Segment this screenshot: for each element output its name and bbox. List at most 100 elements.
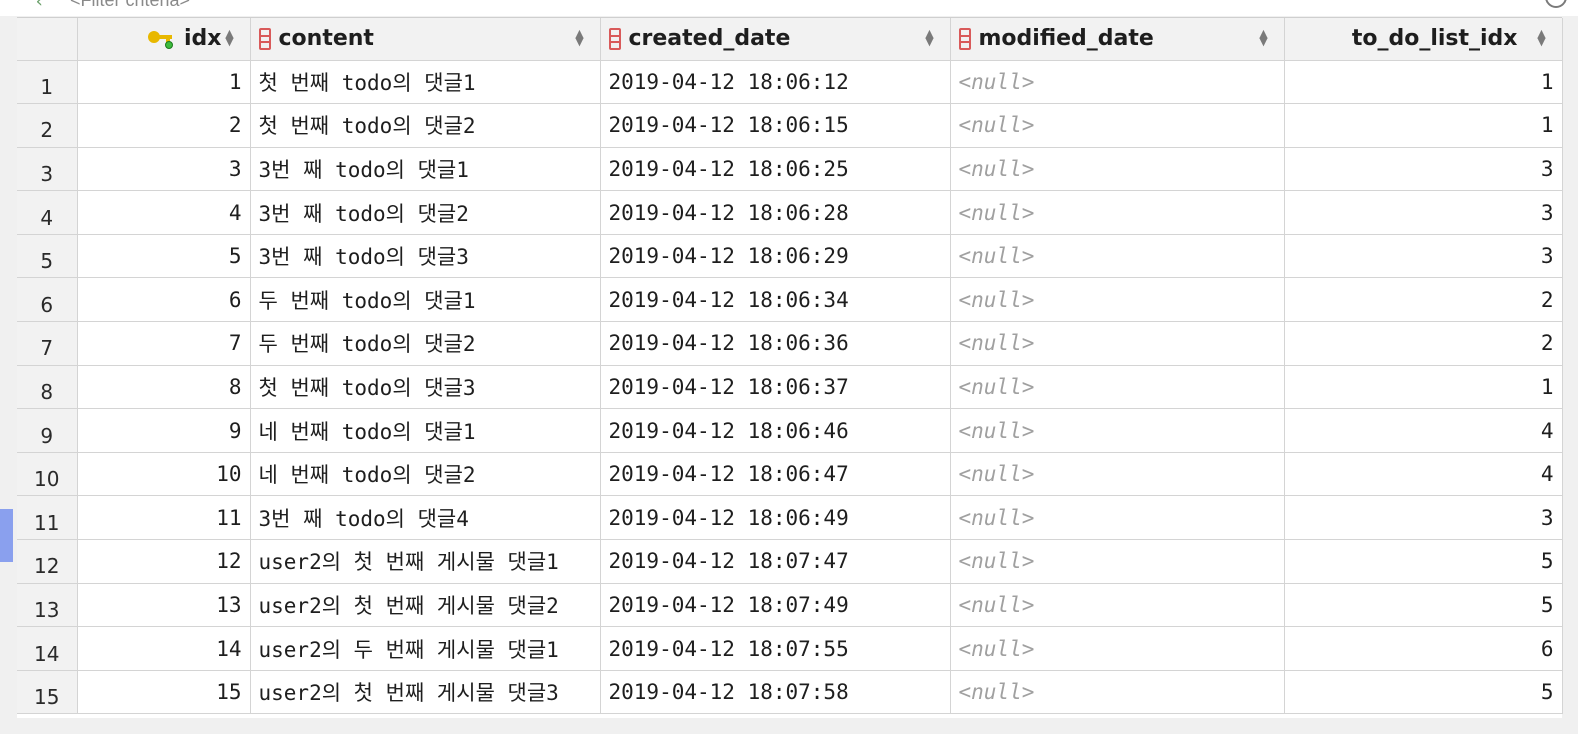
cell-idx[interactable]: 11: [77, 495, 251, 541]
cell-idx[interactable]: 8: [77, 365, 251, 410]
cell-idx[interactable]: 7: [77, 321, 251, 366]
cell-idx[interactable]: 10: [77, 452, 251, 497]
cell-modified-date[interactable]: <null>: [950, 452, 1285, 497]
cell-modified-date[interactable]: <null>: [950, 321, 1285, 366]
cell-to-do-list-idx[interactable]: 3: [1284, 495, 1563, 541]
table-row[interactable]: 3 3 3번 째 todo의 댓글1 2019-04-12 18:06:25 <null…: [17, 147, 1563, 192]
cell-modified-date[interactable]: <null>: [950, 60, 1285, 105]
sort-icon[interactable]: ▲ ▼: [1258, 28, 1270, 48]
row-number[interactable]: 15: [17, 670, 78, 715]
cell-modified-date[interactable]: <null>: [950, 190, 1285, 235]
row-number[interactable]: 7: [17, 321, 78, 366]
row-number-header[interactable]: [17, 18, 78, 61]
cell-created-date[interactable]: 2019-04-12 18:06:25: [600, 147, 951, 192]
cell-content[interactable]: user2의 첫 번째 게시물 댓글3: [250, 670, 601, 715]
cell-created-date[interactable]: 2019-04-12 18:07:47: [600, 539, 951, 584]
cell-idx[interactable]: 6: [77, 277, 251, 323]
cell-modified-date[interactable]: <null>: [950, 495, 1285, 541]
cell-to-do-list-idx[interactable]: 3: [1284, 234, 1563, 279]
column-header-content[interactable]: content ▲ ▼: [250, 18, 601, 61]
cell-modified-date[interactable]: <null>: [950, 277, 1285, 323]
cell-to-do-list-idx[interactable]: 5: [1284, 670, 1563, 715]
row-number[interactable]: 3: [17, 147, 78, 192]
cell-modified-date[interactable]: <null>: [950, 365, 1285, 410]
column-header-created-date[interactable]: created_date ▲ ▼: [600, 18, 951, 61]
cell-to-do-list-idx[interactable]: 1: [1284, 103, 1563, 148]
row-number[interactable]: 6: [17, 277, 78, 323]
cell-to-do-list-idx[interactable]: 1: [1284, 60, 1563, 105]
row-number[interactable]: 11: [17, 495, 78, 541]
cell-to-do-list-idx[interactable]: 6: [1284, 626, 1563, 671]
cell-to-do-list-idx[interactable]: 3: [1284, 190, 1563, 235]
table-row[interactable]: 11 11 3번 째 todo의 댓글4 2019-04-12 18:06:49 <nu…: [17, 495, 1563, 541]
cell-content[interactable]: 3번 째 todo의 댓글3: [250, 234, 601, 279]
cell-content[interactable]: user2의 두 번째 게시물 댓글1: [250, 626, 601, 671]
cell-created-date[interactable]: 2019-04-12 18:06:12: [600, 60, 951, 105]
cell-created-date[interactable]: 2019-04-12 18:07:58: [600, 670, 951, 715]
cell-modified-date[interactable]: <null>: [950, 147, 1285, 192]
row-number[interactable]: 5: [17, 234, 78, 279]
cell-created-date[interactable]: 2019-04-12 18:06:37: [600, 365, 951, 410]
filter-clear-icon[interactable]: [1545, 0, 1567, 8]
row-number[interactable]: 12: [17, 539, 78, 584]
cell-idx[interactable]: 2: [77, 103, 251, 148]
column-header-modified-date[interactable]: modified_date ▲ ▼: [950, 18, 1285, 61]
cell-idx[interactable]: 4: [77, 190, 251, 235]
sort-icon[interactable]: ▲ ▼: [1536, 28, 1548, 48]
row-number[interactable]: 4: [17, 190, 78, 235]
row-number[interactable]: 2: [17, 103, 78, 148]
cell-content[interactable]: 네 번째 todo의 댓글1: [250, 408, 601, 453]
column-header-idx[interactable]: idx ▲ ▼: [77, 18, 251, 61]
sort-icon[interactable]: ▲ ▼: [224, 28, 236, 48]
cell-created-date[interactable]: 2019-04-12 18:06:36: [600, 321, 951, 366]
table-row[interactable]: 11첫 번째 todo의 댓글1 2019-04-12 18:06:12 <null…: [17, 60, 1563, 105]
cell-content[interactable]: 두 번째 todo의 댓글2: [250, 321, 601, 366]
cell-idx[interactable]: 13: [77, 583, 251, 628]
cell-created-date[interactable]: 2019-04-12 18:06:47: [600, 452, 951, 497]
table-row[interactable]: 14 14 user2의 두 번째 게시물 댓글1 2019-04-12 18:07:…: [17, 626, 1563, 671]
cell-modified-date[interactable]: <null>: [950, 103, 1285, 148]
cell-modified-date[interactable]: <null>: [950, 539, 1285, 584]
cell-content[interactable]: 3번 째 todo의 댓글1: [250, 147, 601, 192]
table-row[interactable]: 99네 번째 todo의 댓글1 2019-04-12 18:06:46 <null…: [17, 408, 1563, 453]
cell-modified-date[interactable]: <null>: [950, 234, 1285, 279]
cell-content[interactable]: 첫 번째 todo의 댓글2: [250, 103, 601, 148]
cell-created-date[interactable]: 2019-04-12 18:06:29: [600, 234, 951, 279]
cell-content[interactable]: 3번 째 todo의 댓글2: [250, 190, 601, 235]
cell-modified-date[interactable]: <null>: [950, 670, 1285, 715]
row-number[interactable]: 10: [17, 452, 78, 497]
table-row[interactable]: 88첫 번째 todo의 댓글3 2019-04-12 18:06:37 <null…: [17, 365, 1563, 410]
table-row[interactable]: 66두 번째 todo의 댓글1 2019-04-12 18:06:34 <null…: [17, 277, 1563, 323]
table-row[interactable]: 5 5 3번 째 todo의 댓글3 2019-04-12 18:06:29 <null…: [17, 234, 1563, 279]
cell-created-date[interactable]: 2019-04-12 18:06:49: [600, 495, 951, 541]
table-row[interactable]: 12 12 user2의 첫 번째 게시물 댓글1 2019-04-12 18:07:…: [17, 539, 1563, 584]
cell-modified-date[interactable]: <null>: [950, 408, 1285, 453]
cell-content[interactable]: 네 번째 todo의 댓글2: [250, 452, 601, 497]
sort-icon[interactable]: ▲ ▼: [924, 28, 936, 48]
cell-idx[interactable]: 9: [77, 408, 251, 453]
cell-content[interactable]: user2의 첫 번째 게시물 댓글2: [250, 583, 601, 628]
cell-idx[interactable]: 12: [77, 539, 251, 584]
cell-created-date[interactable]: 2019-04-12 18:06:28: [600, 190, 951, 235]
cell-idx[interactable]: 1: [77, 60, 251, 105]
cell-created-date[interactable]: 2019-04-12 18:06:34: [600, 277, 951, 323]
cell-idx[interactable]: 3: [77, 147, 251, 192]
table-row[interactable]: 13 13 user2의 첫 번째 게시물 댓글2 2019-04-12 18:07:…: [17, 583, 1563, 628]
cell-content[interactable]: 두 번째 todo의 댓글1: [250, 277, 601, 323]
cell-created-date[interactable]: 2019-04-12 18:07:49: [600, 583, 951, 628]
cell-to-do-list-idx[interactable]: 4: [1284, 452, 1563, 497]
filter-input[interactable]: <Filter criteria>: [70, 0, 190, 11]
table-row[interactable]: 15 15 user2의 첫 번째 게시물 댓글3 2019-04-12 18:07:…: [17, 670, 1563, 715]
cell-idx[interactable]: 14: [77, 626, 251, 671]
row-number[interactable]: 1: [17, 60, 78, 105]
filter-chevron-icon[interactable]: ‹: [34, 0, 45, 12]
cell-to-do-list-idx[interactable]: 3: [1284, 147, 1563, 192]
cell-idx[interactable]: 5: [77, 234, 251, 279]
cell-content[interactable]: 첫 번째 todo의 댓글1: [250, 60, 601, 105]
row-number[interactable]: 14: [17, 626, 78, 671]
table-row[interactable]: 10 10 네 번째 todo의 댓글2 2019-04-12 18:06:47 <nu…: [17, 452, 1563, 497]
cell-to-do-list-idx[interactable]: 2: [1284, 321, 1563, 366]
cell-to-do-list-idx[interactable]: 2: [1284, 277, 1563, 323]
cell-to-do-list-idx[interactable]: 1: [1284, 365, 1563, 410]
cell-content[interactable]: 3번 째 todo의 댓글4: [250, 495, 601, 541]
